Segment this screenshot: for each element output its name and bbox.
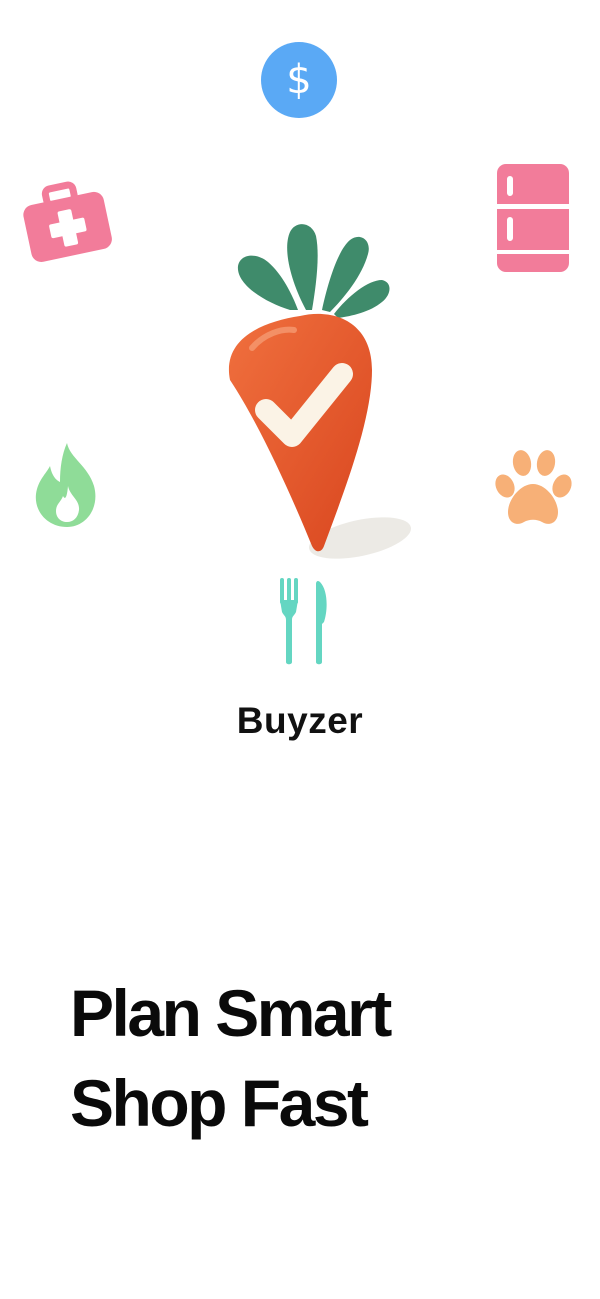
carrot-check-icon xyxy=(228,224,412,559)
first-aid-kit-icon xyxy=(23,181,112,262)
fridge-icon xyxy=(497,164,569,272)
tagline-line-2: Shop Fast xyxy=(70,1066,369,1140)
tagline-line-1: Plan Smart xyxy=(70,976,392,1050)
dollar-icon: $ xyxy=(261,42,337,118)
paw-icon xyxy=(495,450,572,524)
fork-knife-icon xyxy=(280,578,327,665)
app-name: Buyzer xyxy=(236,700,364,741)
svg-text:$: $ xyxy=(286,57,311,103)
tagline: Plan Smart Shop Fast xyxy=(70,968,570,1148)
flame-icon xyxy=(35,443,96,527)
